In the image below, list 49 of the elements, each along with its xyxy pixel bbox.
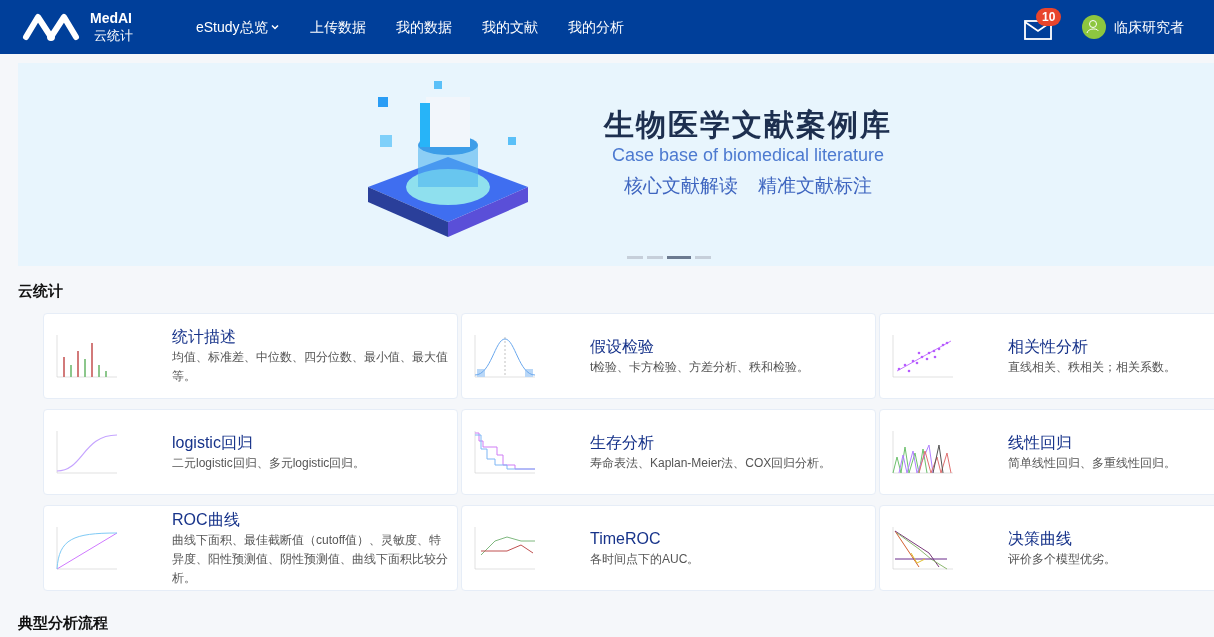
brand-name: MedAI — [90, 9, 133, 27]
card-description: 各时间点下的AUC。 — [590, 550, 700, 568]
card-description: 均值、标准差、中位数、四分位数、最小值、最大值等。 — [172, 349, 449, 385]
carousel-indicator[interactable] — [695, 256, 711, 259]
card-description: t检验、卡方检验、方差分析、秩和检验。 — [590, 358, 810, 376]
card-description: 直线相关、秩相关；相关系数。 — [1008, 358, 1176, 376]
card-description: 评价多个模型优劣。 — [1008, 550, 1116, 568]
section-heading: 典型分析流程 — [18, 613, 109, 633]
nav-link[interactable]: 我的数据 — [395, 16, 452, 38]
user-avatar-icon — [1082, 15, 1106, 39]
analysis-card[interactable]: 线性回归 简单线性回归、多重线性回归。 — [879, 409, 1214, 495]
nav-link[interactable]: eStudy总览 — [196, 16, 280, 38]
card-title: 线性回归 — [1008, 432, 1073, 453]
brand-subtitle: 云统计 — [94, 27, 134, 45]
card-title: ROC曲线 — [172, 509, 241, 530]
analysis-card[interactable]: logistic回归 二元logistic回归、多元logistic回归。 — [43, 409, 458, 495]
analysis-card[interactable]: 相关性分析 直线相关、秩相关；相关系数。 — [879, 313, 1214, 399]
analysis-card[interactable]: 统计描述 均值、标准差、中位数、四分位数、最小值、最大值等。 — [43, 313, 458, 399]
card-description: 曲线下面积、最佳截断值（cutoff值）、灵敏度、特异度、阳性预测值、阴性预测值、曲线下面积比较分析。 — [172, 531, 449, 587]
carousel-indicator[interactable] — [647, 256, 663, 259]
card-title: 统计描述 — [172, 327, 237, 347]
banner-title: 生物医学文献案例库 — [604, 107, 892, 144]
analysis-card[interactable]: 假设检验 t检验、卡方检验、方差分析、秩和检验。 — [461, 313, 876, 399]
nav-link[interactable]: 我的分析 — [567, 16, 624, 38]
nav-link[interactable]: 我的文献 — [481, 16, 538, 38]
notification-badge: 10 — [1036, 8, 1062, 26]
analysis-card[interactable]: TimeROC 各时间点下的AUC。 — [461, 505, 876, 591]
banner-subtitle: Case base of biomedical literature — [611, 144, 885, 167]
card-title: 相关性分析 — [1008, 336, 1089, 357]
card-description: 简单线性回归、多重线性回归。 — [1008, 454, 1176, 472]
card-title: TimeROC — [590, 528, 662, 549]
banner-tagline: 核心文献解读 — [624, 174, 738, 199]
user-name[interactable]: 临床研究者 — [1114, 16, 1184, 38]
chevron-down-icon — [269, 22, 280, 32]
analysis-card[interactable]: 生存分析 寿命表法、Kaplan-Meier法、COX回归分析。 — [461, 409, 876, 495]
card-description: 寿命表法、Kaplan-Meier法、COX回归分析。 — [590, 454, 832, 472]
carousel-indicator[interactable] — [627, 256, 643, 259]
analysis-card[interactable]: ROC曲线 曲线下面积、最佳截断值（cutoff值）、灵敏度、特异度、阳性预测值、阴性预测值、曲线下面积比较分析。 — [43, 505, 458, 591]
carousel-indicator[interactable] — [667, 256, 691, 259]
card-title: 假设检验 — [590, 336, 655, 357]
logo-icon — [20, 11, 82, 43]
section-heading: 云统计 — [18, 281, 64, 301]
card-title: 决策曲线 — [1008, 528, 1073, 549]
banner-tagline: 精准文献标注 — [758, 174, 872, 199]
card-title: 生存分析 — [590, 432, 655, 453]
card-description: 二元logistic回归、多元logistic回归。 — [172, 454, 366, 472]
nav-link[interactable]: 上传数据 — [309, 16, 366, 38]
card-title: logistic回归 — [172, 432, 254, 453]
analysis-card[interactable]: 决策曲线 评价多个模型优劣。 — [879, 505, 1214, 591]
